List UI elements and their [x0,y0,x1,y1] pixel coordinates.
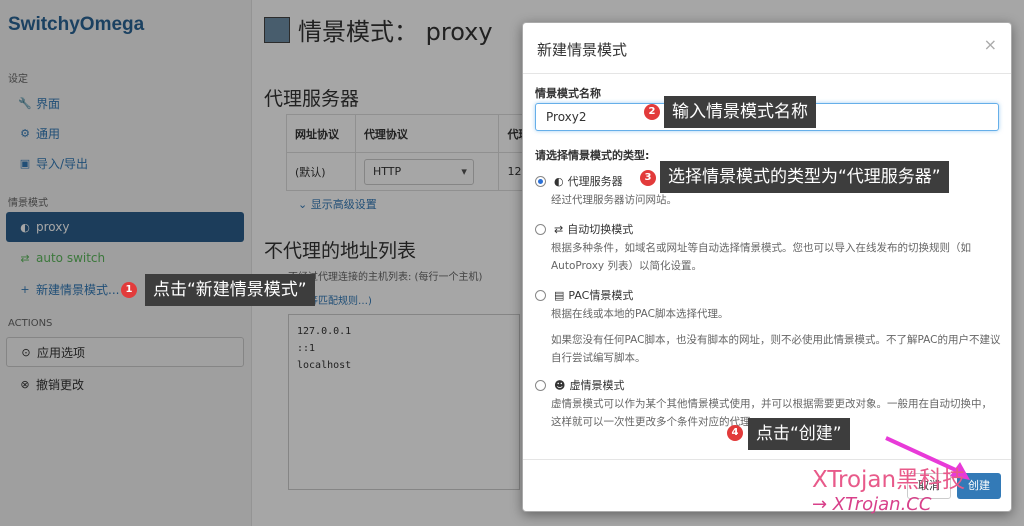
profile-name-label: 情景模式名称 [535,87,601,100]
dialog-title: 新建情景模式 [537,41,628,59]
radio-label: 代理服务器 [567,175,623,188]
radio-proxy-server[interactable]: ◐ 代理服务器 [535,173,623,189]
step-badge-2: 2 [644,104,660,120]
profile-type-label: 请选择情景模式的类型: [535,149,650,162]
radio-switch-profile[interactable]: ⇄ 自动切换模式 [535,221,633,237]
step-badge-3: 3 [640,170,656,186]
radio-button[interactable] [535,223,546,235]
file-icon: ▤ [554,288,565,302]
watermark-url: → XTrojan.CC [812,494,932,515]
divider [523,73,1011,74]
step-badge-1: 1 [121,282,137,298]
radio-button[interactable] [535,379,546,391]
radio-label: PAC情景模式 [568,289,634,302]
radio-button[interactable] [535,289,546,301]
watermark-text: XTrojan黑科技 [812,467,966,493]
option-description: 经过代理服务器访问网站。 [551,194,677,206]
annotation-callout-3: 选择情景模式的类型为“代理服务器” [660,161,949,193]
globe-icon: ◐ [554,174,564,188]
step-badge-4: 4 [727,425,743,441]
radio-button[interactable] [535,175,546,187]
annotation-callout-2: 输入情景模式名称 [664,96,816,128]
close-icon[interactable]: × [984,35,997,54]
radio-virtual-profile[interactable]: ☻ 虚情景模式 [535,377,624,393]
retweet-icon: ⇄ [554,222,564,236]
ghost-icon: ☻ [554,378,566,392]
annotation-callout-1: 点击“新建情景模式” [145,274,315,306]
radio-label: 虚情景模式 [569,379,625,392]
radio-pac-profile[interactable]: ▤ PAC情景模式 [535,287,633,303]
option-description: 根据在线或本地的PAC脚本选择代理。 [551,308,729,320]
option-description: 根据多种条件，如域名或网址等自动选择情景模式。您也可以导入在线发布的切换规则（如… [551,242,971,272]
annotation-callout-4: 点击“创建” [748,418,850,450]
radio-label: 自动切换模式 [567,223,634,236]
option-description-note: 如果您没有任何PAC脚本，也没有脚本的网址，则不必使用此情景模式。不了解PAC的… [551,334,1001,364]
